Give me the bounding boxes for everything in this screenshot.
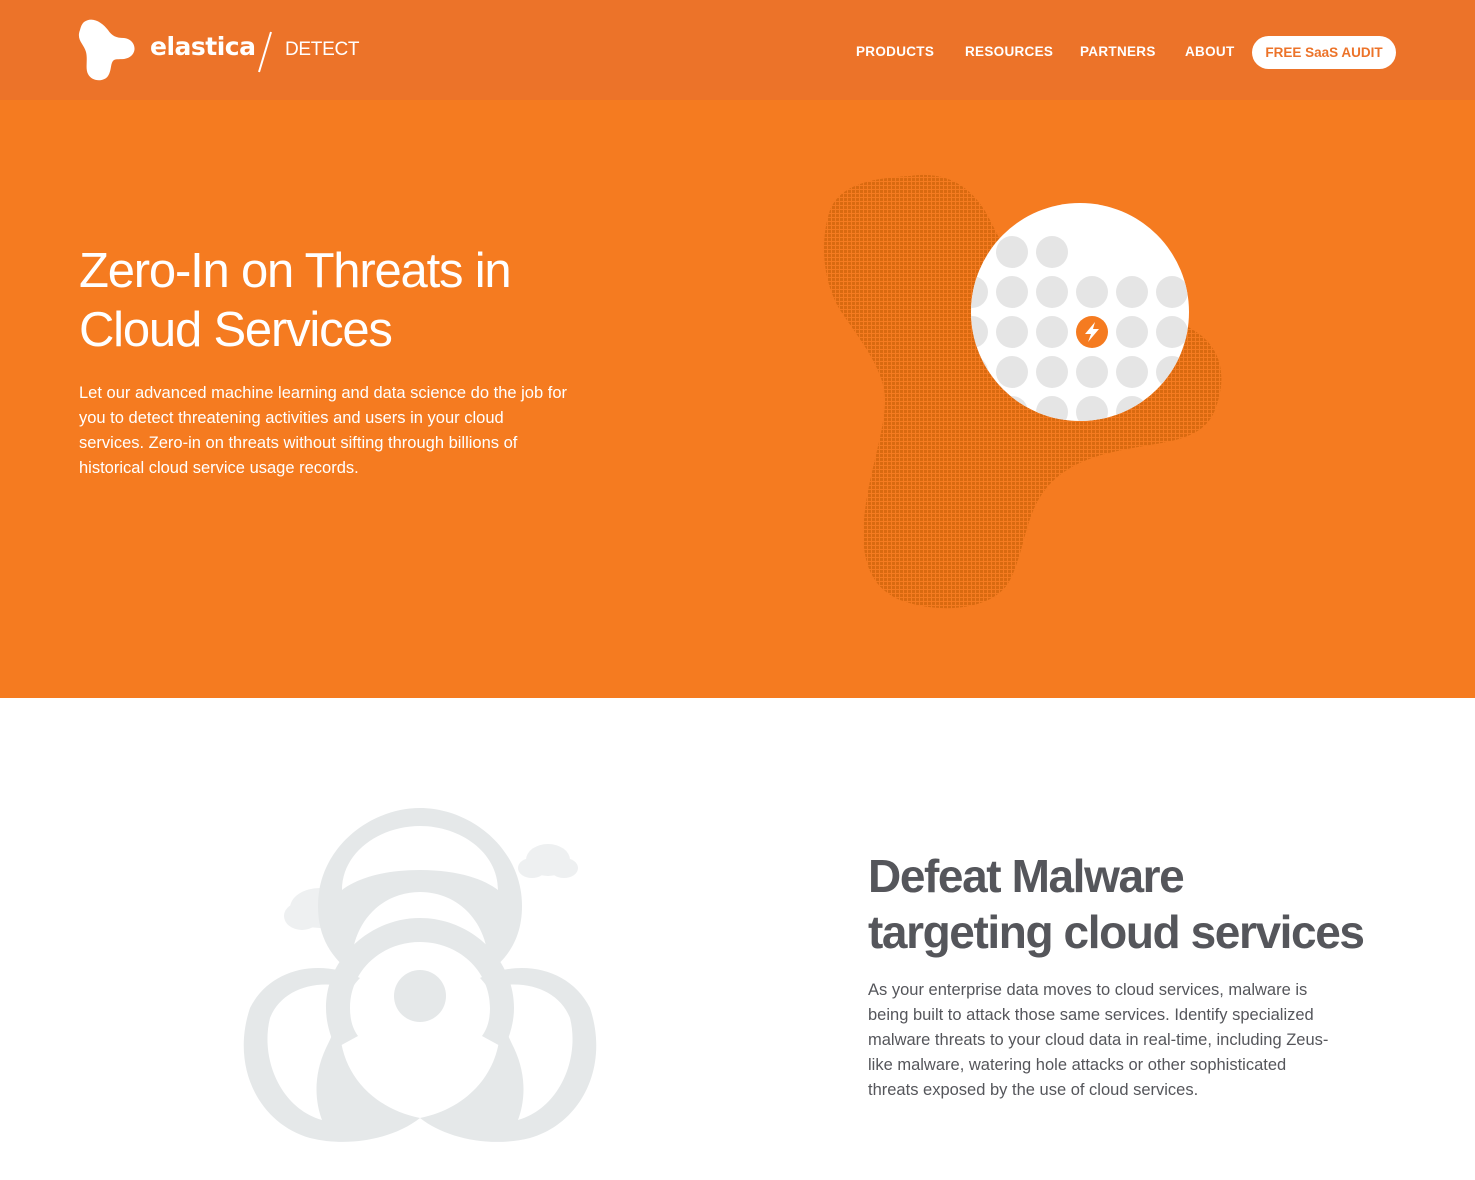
free-saas-audit-button[interactable]: FREE SaaS AUDIT <box>1252 36 1396 69</box>
elastica-logo-icon[interactable] <box>78 18 136 82</box>
logo-wordmark[interactable]: elastica <box>150 32 256 61</box>
lightning-bolt-icon <box>1076 316 1108 348</box>
malware-section: Defeat Malware targeting cloud services … <box>0 698 1475 1180</box>
threat-detection-illustration <box>824 174 1222 609</box>
hero-section: Zero-In on Threats in Cloud Services Let… <box>0 100 1475 698</box>
malware-title-line-1: Defeat Malware <box>868 850 1185 902</box>
malware-description: As your enterprise data moves to cloud s… <box>868 981 1329 1099</box>
nav-item-products[interactable]: PRODUCTS <box>856 44 934 59</box>
malware-title-line-2: targeting cloud services <box>868 906 1365 958</box>
malware-title: Defeat Malware targeting cloud services <box>868 848 1388 960</box>
hero-title: Zero-In on Threats in Cloud Services <box>79 242 639 360</box>
nav-item-about[interactable]: ABOUT <box>1185 44 1235 59</box>
product-name: DETECT <box>285 39 360 60</box>
site-header: elastica DETECT PRODUCTS RESOURCES PARTN… <box>0 0 1475 100</box>
nav-item-resources[interactable]: RESOURCES <box>965 44 1053 59</box>
nav-item-partners[interactable]: PARTNERS <box>1080 44 1156 59</box>
magnifier-lens <box>971 203 1189 421</box>
logo-divider <box>258 31 272 73</box>
hero-title-line-1: Zero-In on Threats in <box>79 244 512 298</box>
hero-title-line-2: Cloud Services <box>79 303 393 357</box>
biohazard-icon <box>243 808 597 1142</box>
hero-description: Let our advanced machine learning and da… <box>79 384 567 477</box>
